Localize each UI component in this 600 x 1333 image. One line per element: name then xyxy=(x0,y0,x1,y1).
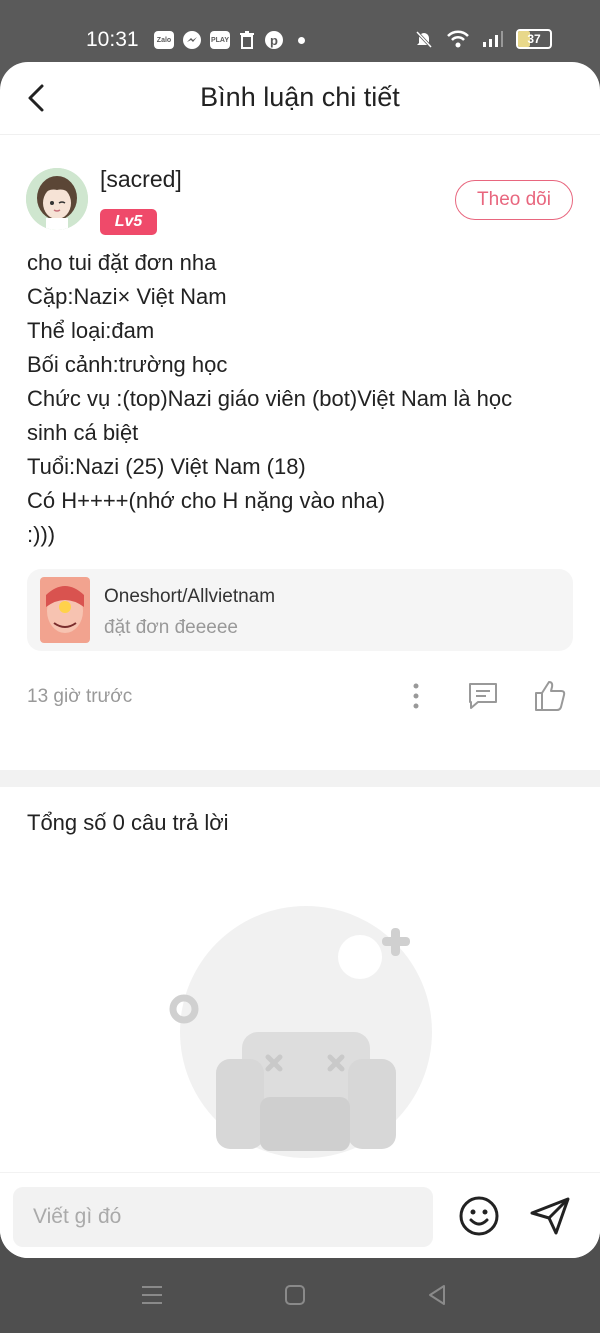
comment-icon xyxy=(469,683,497,709)
thumbs-up-icon xyxy=(535,681,566,711)
post-line: Có H++++(nhớ cho H nặng vào nha) xyxy=(27,488,386,513)
avatar-image xyxy=(26,168,88,230)
smiley-icon xyxy=(459,1196,499,1236)
trash-icon xyxy=(240,31,254,49)
svg-text:p: p xyxy=(270,33,278,48)
follow-button[interactable]: Theo dõi xyxy=(455,180,573,220)
square-icon xyxy=(285,1285,305,1305)
comment-composer xyxy=(0,1172,600,1258)
pinterest-icon: p xyxy=(265,31,283,49)
more-notifications-dot xyxy=(298,36,305,44)
reply-button[interactable] xyxy=(466,680,500,717)
post-line: sinh cá biệt xyxy=(27,420,139,445)
messenger-icon xyxy=(183,31,201,49)
triangle-back-icon xyxy=(429,1285,445,1305)
section-divider xyxy=(0,770,600,787)
status-right: 37 xyxy=(414,29,552,49)
story-subtitle: đặt đơn đeeeee xyxy=(104,617,238,638)
back-nav-button[interactable] xyxy=(426,1284,448,1311)
home-button[interactable] xyxy=(284,1284,306,1311)
empty-state-illustration xyxy=(160,897,450,1167)
post-time: 13 giờ trước xyxy=(27,686,133,707)
top-bar: Bình luận chi tiết xyxy=(0,62,600,135)
empty-sofa-icon xyxy=(169,906,432,1158)
page-title: Bình luận chi tiết xyxy=(200,82,400,112)
reply-count: Tổng số 0 câu trả lời xyxy=(27,810,229,835)
status-app-icons: Zalo PLAY p xyxy=(154,30,305,50)
status-time: 10:31 xyxy=(86,28,139,51)
username[interactable]: [sacred] xyxy=(100,166,182,193)
like-button[interactable] xyxy=(532,678,568,719)
play-together-icon: PLAY xyxy=(210,31,230,49)
story-title: Oneshort/Allvietnam xyxy=(104,586,276,607)
battery-indicator: 37 xyxy=(516,29,552,49)
recent-apps-button[interactable] xyxy=(140,1284,164,1311)
post-content: cho tui đặt đơn nha Cặp:Nazi× Việt Nam T… xyxy=(27,246,567,552)
send-icon xyxy=(530,1197,570,1235)
emoji-button[interactable] xyxy=(458,1195,500,1242)
comment-detail-sheet: Bình luận chi tiết [sacred] Lv5 Theo dõi… xyxy=(0,62,600,1258)
comment-input[interactable] xyxy=(13,1187,433,1247)
avatar[interactable] xyxy=(26,168,88,230)
post-line: cho tui đặt đơn nha xyxy=(27,250,217,275)
post-line: Thể loại:đam xyxy=(27,318,155,343)
zalo-icon: Zalo xyxy=(154,31,174,49)
menu-lines-icon xyxy=(142,1286,162,1304)
send-button[interactable] xyxy=(528,1195,572,1242)
signal-icon xyxy=(483,31,503,47)
more-vertical-icon xyxy=(413,683,419,709)
more-options-button[interactable] xyxy=(404,680,428,717)
story-card[interactable]: Oneshort/Allvietnam đặt đơn đeeeee xyxy=(27,569,573,651)
mute-bell-icon xyxy=(415,30,433,49)
battery-level: 37 xyxy=(527,32,541,46)
post-line: Bối cảnh:trường học xyxy=(27,352,228,377)
post-line: Cặp:Nazi× Việt Nam xyxy=(27,284,227,309)
story-cover-image xyxy=(40,577,90,643)
post-line: Tuổi:Nazi (25) Việt Nam (18) xyxy=(27,454,306,479)
level-badge: Lv5 xyxy=(100,209,157,235)
post-line: :))) xyxy=(27,522,56,547)
wifi-icon xyxy=(447,30,469,48)
post-line: Chức vụ :(top)Nazi giáo viên (bot)Việt N… xyxy=(27,386,513,411)
system-nav-bar xyxy=(0,1258,600,1333)
